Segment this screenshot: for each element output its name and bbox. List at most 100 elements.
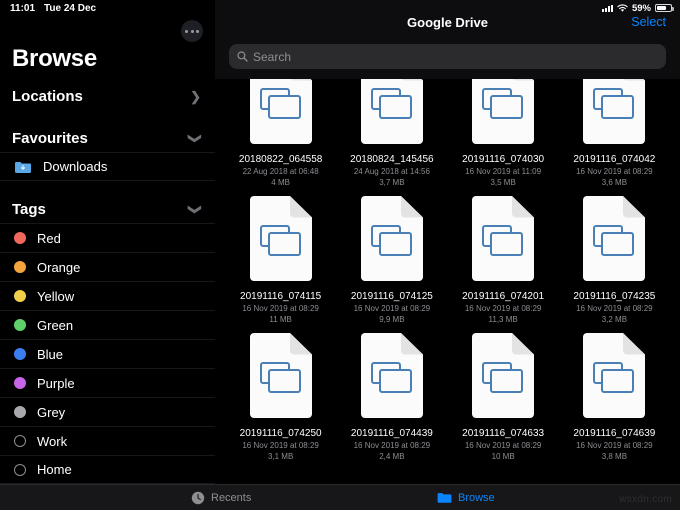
sidebar-item-tag[interactable]: Blue [0,339,215,368]
file-item[interactable]: 20180822_064558 22 Aug 2018 at 06:48 4 MB [229,79,332,188]
sidebar-item-label: Grey [37,404,66,420]
file-name: 20191116_074201 [462,291,545,302]
sidebar-item-label: Red [37,230,61,246]
sidebar-item-tag[interactable]: Green [0,310,215,339]
sidebar: Browse Locations ❯ Favourites ❯ Download… [0,0,215,484]
more-dot [190,29,194,33]
file-name: 20191116_074125 [350,291,433,302]
file-size: 9,9 MB [379,315,405,324]
file-item[interactable]: 20191116_074439 16 Nov 2019 at 08:29 2,4 M… [340,325,443,462]
sidebar-item-label: Downloads [43,159,108,174]
sidebar-item-downloads[interactable]: Downloads [0,152,215,181]
file-item[interactable]: 20191116_074639 16 Nov 2019 at 08:29 3,8 M… [563,325,666,462]
file-size: 11,3 MB [488,315,518,324]
presentation-file-icon [357,331,427,420]
file-name: 20180822_064558 [238,154,323,165]
file-name: 20191116_074633 [462,428,545,439]
file-item[interactable]: 20191116_074042 16 Nov 2019 at 08:29 3,6 M… [563,79,666,188]
file-size: 11 MB [269,315,292,324]
chevron-down-icon[interactable]: ❯ [188,133,203,144]
more-dot [185,29,188,33]
sidebar-section-favourites: Favourites ❯ Downloads [0,124,215,181]
presentation-file-icon [357,194,427,283]
file-name: 20191116_074115 [240,291,322,302]
tag-color-dot [14,319,26,331]
file-size: 3,6 MB [601,178,628,187]
wifi-icon [617,3,628,13]
sidebar-section-header-locations[interactable]: Locations ❯ [0,82,215,110]
tag-color-dot [14,406,26,418]
file-grid-inner: 20180822_064558 22 Aug 2018 at 06:48 4 MB … [229,79,666,462]
file-size: 3,7 MB [379,178,405,187]
file-date: 16 Nov 2019 at 11:09 [465,167,542,176]
file-date: 16 Nov 2019 at 08:29 [576,304,653,313]
presentation-file-icon [579,194,649,283]
presentation-file-icon [579,79,649,146]
presentation-file-icon [468,194,538,283]
presentation-file-icon [246,194,316,283]
sidebar-item-tag[interactable]: Purple [0,368,215,397]
search-icon [237,51,248,62]
sidebar-item-label: Home [37,462,72,477]
sidebar-item-tag[interactable]: Grey [0,397,215,426]
sidebar-section-label: Tags [12,200,46,218]
nav-title: Google Drive [407,14,488,30]
cellular-signal-icon [601,4,613,12]
sidebar-item-tag[interactable]: Home [0,455,215,484]
sidebar-item-tag[interactable]: Work [0,426,215,455]
ipad-files-app: 11:01 Tue 24 Dec 59% Browse Locations ❯ [0,0,680,510]
tab-browse[interactable]: Browse [437,490,495,505]
watermark: wsxdn.com [619,494,672,505]
presentation-file-icon [246,331,316,420]
file-name: 20191116_074235 [573,291,656,302]
select-button[interactable]: Select [631,15,666,29]
file-item[interactable]: 20180824_145456 24 Aug 2018 at 14:56 3,7 M… [340,79,443,188]
search-input[interactable]: Search [229,44,666,69]
page-title: Browse [12,45,97,72]
sidebar-item-label: Work [37,433,68,449]
sidebar-item-tag[interactable]: Orange [0,252,215,281]
status-bar-time: 11:01 [10,2,36,14]
file-name: 20191116_074439 [350,428,433,439]
more-options-button[interactable] [181,20,203,42]
presentation-file-icon [468,79,538,146]
file-item[interactable]: 20191116_074125 16 Nov 2019 at 08:29 9,9 M… [340,188,443,325]
tab-label: Browse [458,491,495,504]
status-bar: 11:01 Tue 24 Dec 59% [0,0,680,16]
tag-color-dot [14,435,26,447]
sidebar-section-locations: Locations ❯ [0,82,215,110]
file-size: 3,2 MB [601,315,628,324]
file-name: 20191116_074030 [462,154,545,165]
sidebar-item-tag[interactable]: Yellow [0,281,215,310]
file-date: 16 Nov 2019 at 08:29 [242,304,319,313]
file-item[interactable]: 20191116_074115 16 Nov 2019 at 08:29 11 MB [229,188,332,325]
sidebar-section-header-tags[interactable]: Tags ❯ [0,195,215,223]
file-name: 20180824_145456 [350,154,434,165]
presentation-file-icon [357,79,427,146]
sidebar-item-label: Orange [37,259,81,275]
tab-recents[interactable]: Recents [190,490,251,505]
file-size: 3,8 MB [601,452,628,461]
file-date: 16 Nov 2019 at 08:29 [576,167,653,176]
tag-color-dot [14,232,26,244]
file-size: 3,1 MB [267,452,294,461]
file-item[interactable]: 20191116_074235 16 Nov 2019 at 08:29 3,2 M… [563,188,666,325]
file-name: 20191116_074042 [573,154,656,165]
file-item[interactable]: 20191116_074250 16 Nov 2019 at 08:29 3,1 M… [229,325,332,462]
file-grid[interactable]: 20180822_064558 22 Aug 2018 at 06:48 4 MB … [215,79,680,484]
sidebar-item-label: Yellow [37,288,75,304]
status-bar-right: 59% [601,3,674,14]
sidebar-section-tags: Tags ❯ Red Orange Yellow Green Blue Purple Gre… [0,195,215,484]
chevron-right-icon[interactable]: ❯ [190,90,201,103]
sidebar-item-tag[interactable]: Red [0,223,215,252]
clock-icon [190,490,205,505]
tag-color-dot [14,377,26,389]
sidebar-section-label: Locations [12,87,83,105]
tag-color-dot [14,261,26,273]
chevron-down-icon[interactable]: ❯ [188,204,203,215]
tag-color-dot [14,463,26,476]
sidebar-section-header-favourites[interactable]: Favourites ❯ [0,124,215,152]
file-item[interactable]: 20191116_074030 16 Nov 2019 at 11:09 3,5 M… [452,79,555,188]
file-item[interactable]: 20191116_074201 16 Nov 2019 at 08:29 11,3 … [452,188,555,325]
file-item[interactable]: 20191116_074633 16 Nov 2019 at 08:29 10 MB [452,325,555,462]
